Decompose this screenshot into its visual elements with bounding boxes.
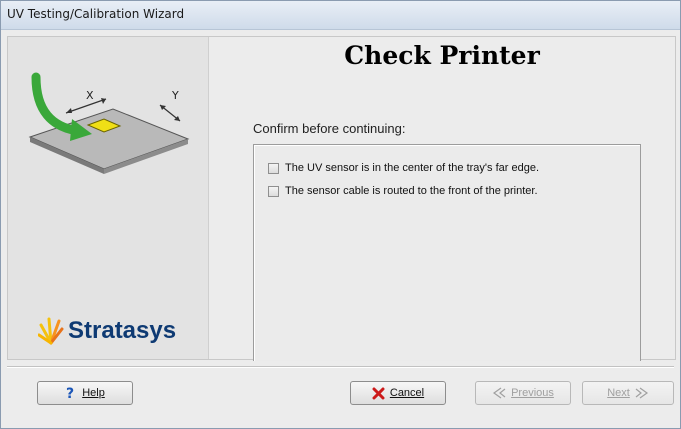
illustration-pane: X Y Stratasys: [8, 37, 209, 359]
help-icon: ?: [65, 386, 77, 400]
checklist-item-label: The sensor cable is routed to the front …: [285, 185, 538, 197]
checklist-box: The UV sensor is in the center of the tr…: [253, 144, 641, 361]
cancel-icon: [372, 387, 385, 400]
stratasys-logo-icon: [38, 317, 64, 345]
checklist-item[interactable]: The UV sensor is in the center of the tr…: [268, 159, 539, 177]
instructions-label: Confirm before continuing:: [253, 121, 406, 136]
wizard-window: UV Testing/Calibration Wizard X Y Strata…: [0, 0, 681, 429]
next-button[interactable]: Next: [582, 381, 674, 405]
svg-text:?: ?: [66, 386, 74, 400]
help-label: Help: [82, 387, 105, 399]
checklist-item-label: The UV sensor is in the center of the tr…: [285, 162, 540, 174]
window-title: UV Testing/Calibration Wizard: [7, 7, 185, 21]
previous-label: Previous: [511, 387, 554, 399]
tray-illustration: X Y: [28, 72, 190, 174]
logo-text: Stratasys: [68, 317, 177, 344]
y-axis-label: Y: [171, 89, 179, 102]
x-axis-label: X: [86, 89, 94, 102]
checkbox[interactable]: [268, 162, 279, 174]
page-title: Check Printer: [344, 41, 540, 70]
title-bar[interactable]: UV Testing/Calibration Wizard: [1, 1, 680, 30]
cancel-button[interactable]: Cancel: [350, 381, 446, 405]
next-arrow-icon: [635, 387, 649, 399]
content-pane: Check Printer Confirm before continuing:…: [209, 37, 675, 361]
checkbox[interactable]: [268, 185, 279, 197]
previous-arrow-icon: [492, 387, 506, 399]
help-button[interactable]: ? Help: [37, 381, 133, 405]
previous-button[interactable]: Previous: [475, 381, 571, 405]
cancel-label: Cancel: [389, 387, 425, 399]
checklist-item[interactable]: The sensor cable is routed to the front …: [268, 182, 538, 200]
stratasys-logo: Stratasys: [38, 315, 176, 345]
next-label: Next: [607, 387, 630, 399]
wizard-body: X Y Stratasys Check Printer Confirm befo…: [7, 36, 676, 361]
footer-divider: [7, 366, 674, 368]
